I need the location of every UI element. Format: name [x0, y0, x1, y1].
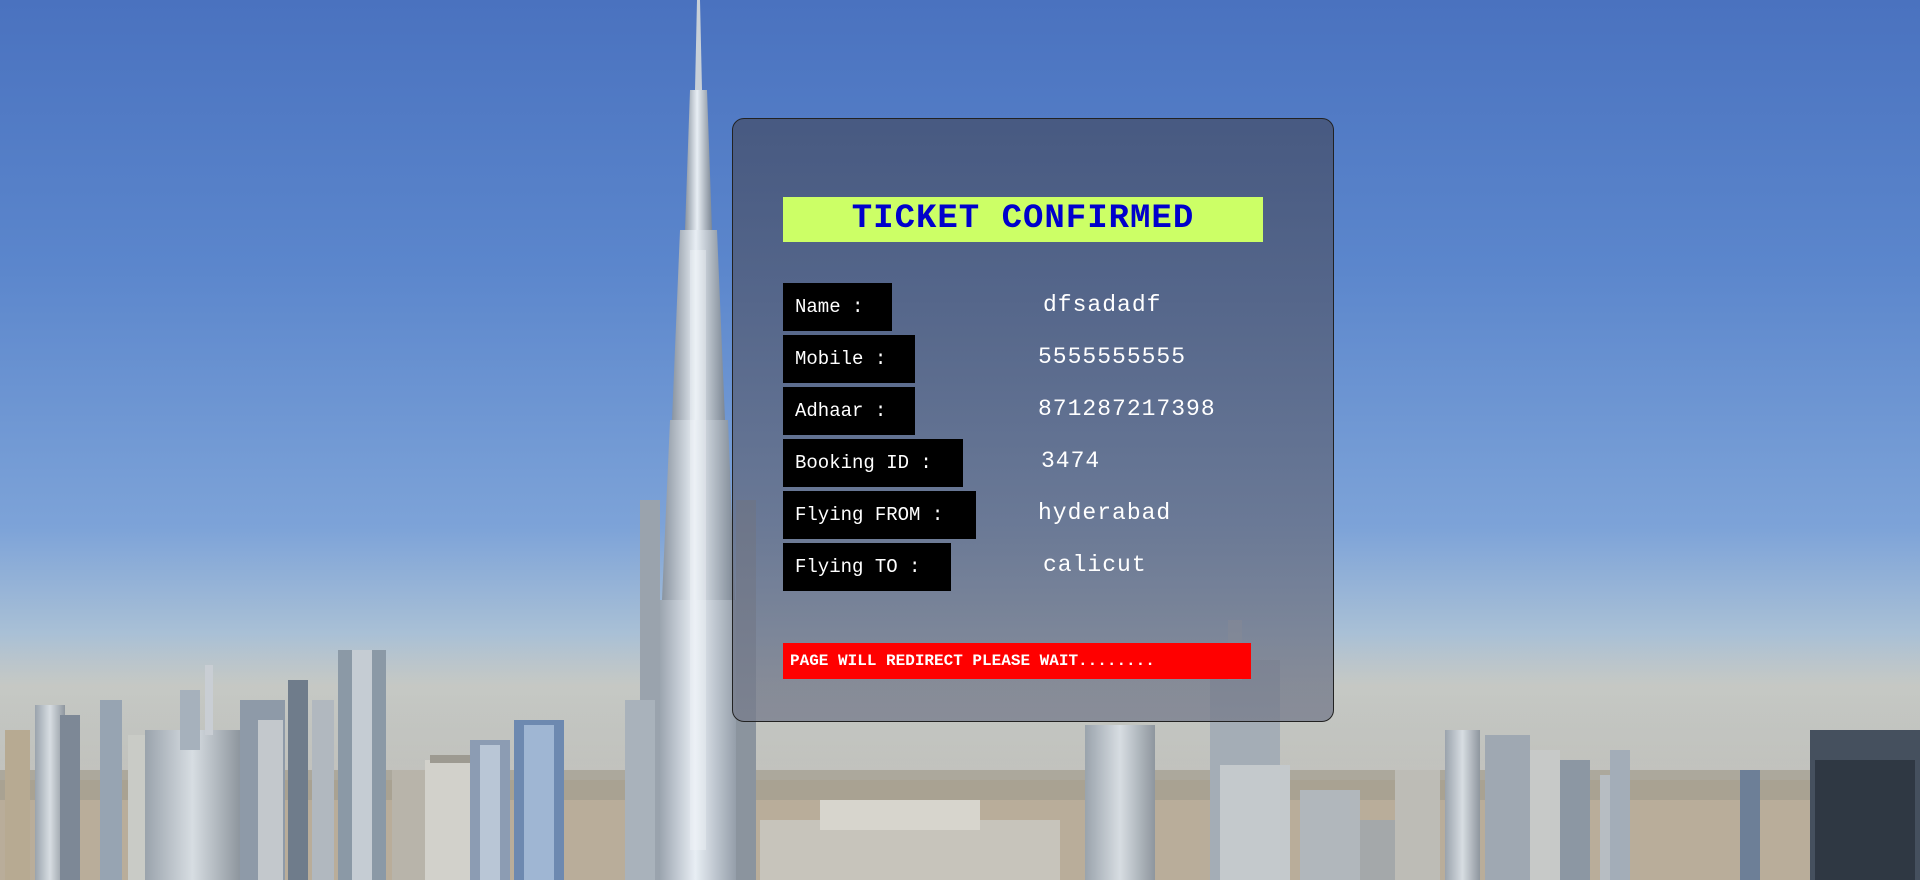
- ticket-confirmation-card: TICKET CONFIRMED Name : dfsadadf Mobile …: [732, 118, 1334, 722]
- flying-to-label: Flying TO :: [783, 543, 951, 591]
- redirect-notice: PAGE WILL REDIRECT PLEASE WAIT........: [783, 643, 1251, 679]
- booking-id-value: 3474: [1041, 448, 1101, 474]
- adhaar-value: 871287217398: [1038, 396, 1216, 422]
- mobile-label: Mobile :: [783, 335, 915, 383]
- mobile-value: 5555555555: [1038, 344, 1187, 370]
- booking-id-label: Booking ID :: [783, 439, 963, 487]
- flying-from-label: Flying FROM :: [783, 491, 976, 539]
- name-label: Name :: [783, 283, 892, 331]
- adhaar-label: Adhaar :: [783, 387, 915, 435]
- flying-from-value: hyderabad: [1038, 500, 1172, 526]
- name-value: dfsadadf: [1043, 292, 1162, 318]
- flying-to-value: calicut: [1043, 552, 1147, 578]
- ticket-confirmed-title: TICKET CONFIRMED: [783, 197, 1263, 242]
